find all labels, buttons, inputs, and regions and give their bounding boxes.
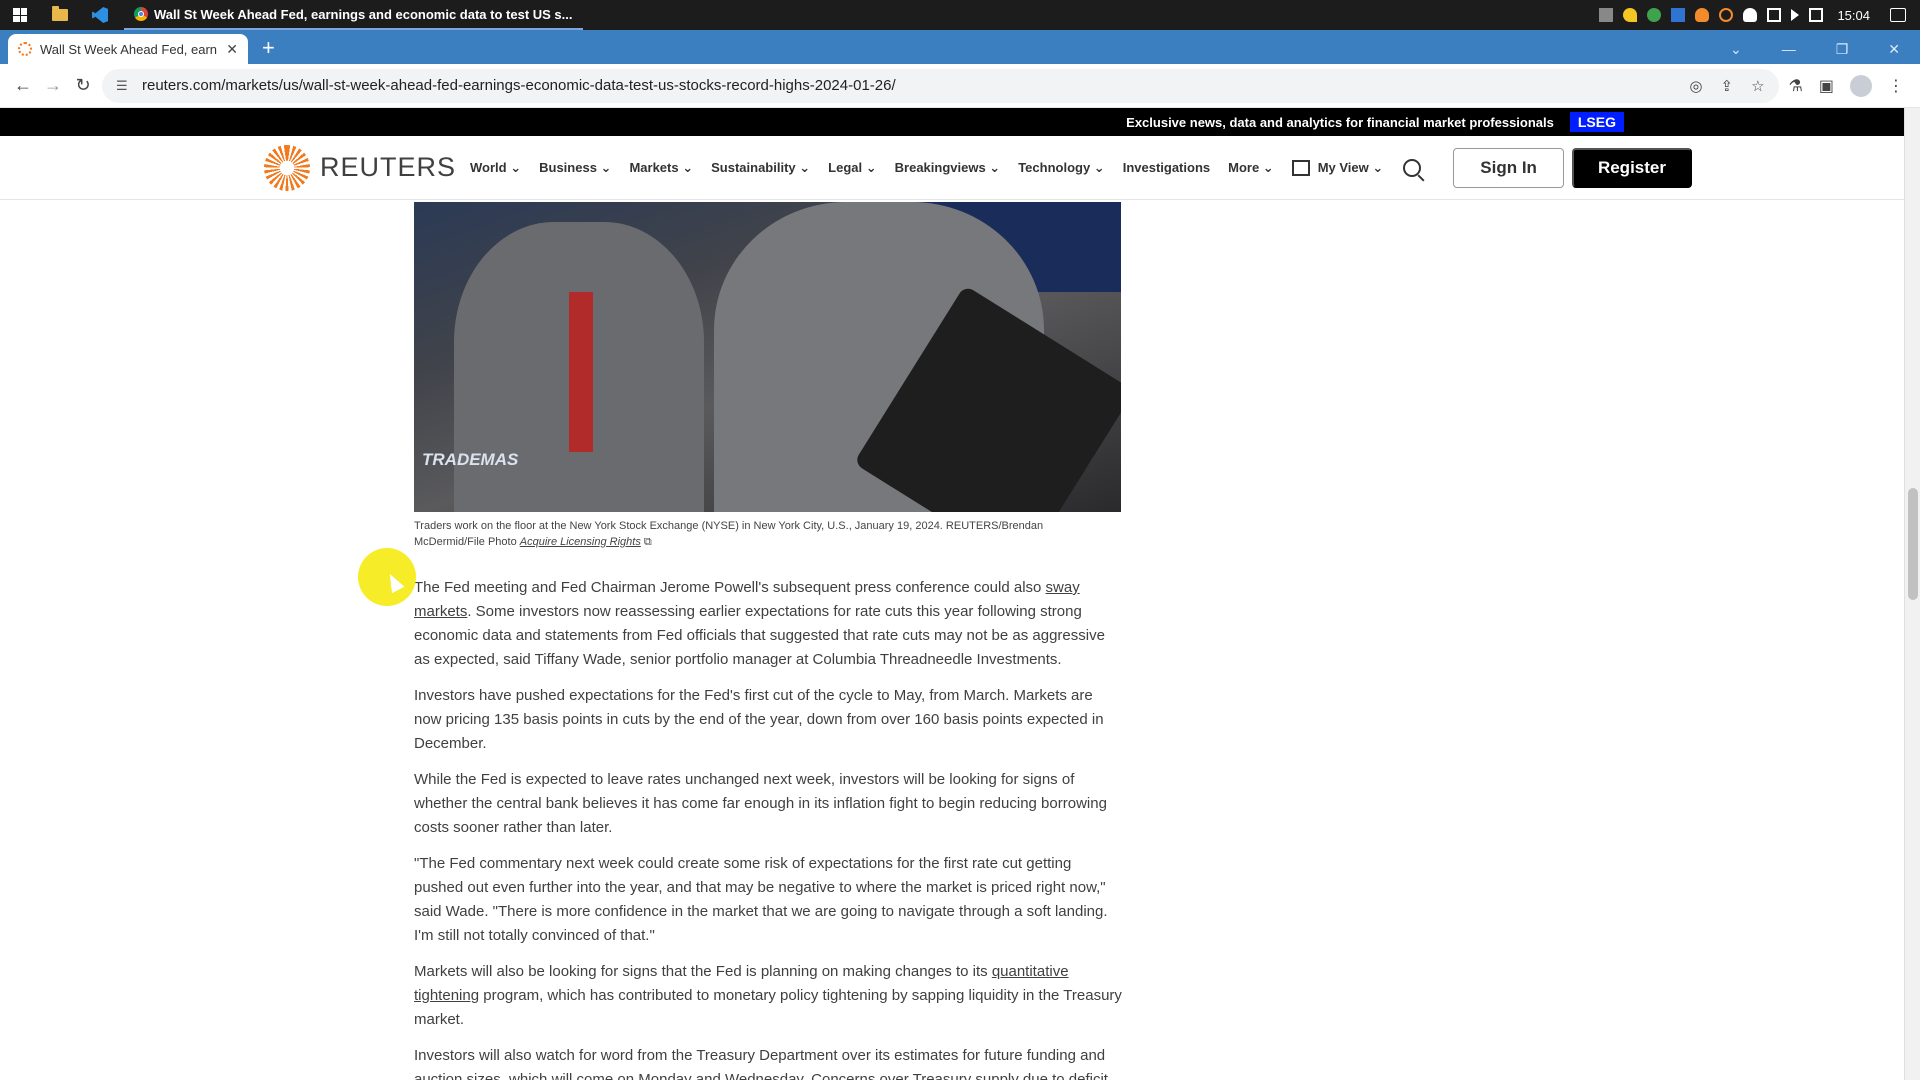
site-info-icon[interactable]: ☰: [116, 78, 130, 94]
taskbar-window-title: Wall St Week Ahead Fed, earnings and eco…: [154, 6, 573, 22]
tray-volume-icon[interactable]: [1791, 9, 1800, 21]
vscode-icon[interactable]: [86, 0, 114, 30]
tray-app-icon[interactable]: [1599, 8, 1614, 22]
browser-toolbar: ← → ↻ ☰ reuters.com/markets/us/wall-st-w…: [0, 64, 1920, 108]
promo-text[interactable]: Exclusive news, data and analytics for f…: [1126, 115, 1554, 130]
page-viewport: Exclusive news, data and analytics for f…: [0, 108, 1904, 1080]
tray-network-icon[interactable]: [1767, 8, 1782, 22]
paragraph-5: Markets will also be looking for signs t…: [414, 963, 1122, 1028]
paragraph-2: Investors have pushed expectations for t…: [414, 687, 1104, 752]
back-icon[interactable]: ←: [8, 75, 38, 96]
browser-tabstrip: Wall St Week Ahead Fed, earn ✕ + ⌄ — ❐ ✕: [0, 30, 1920, 64]
reload-icon[interactable]: ↻: [68, 75, 98, 96]
paragraph-6: Investors will also watch for word from …: [414, 1047, 1108, 1080]
minimize-icon[interactable]: —: [1782, 41, 1796, 58]
nav-legal[interactable]: Legal ⌄: [828, 160, 876, 176]
file-explorer-icon[interactable]: [46, 0, 74, 30]
page-scrollbar[interactable]: [1904, 108, 1920, 1080]
reuters-logo-mark-icon: [264, 144, 310, 191]
promo-banner[interactable]: Exclusive news, data and analytics for f…: [0, 108, 1904, 136]
search-icon[interactable]: [1403, 158, 1422, 177]
tab-search-icon[interactable]: ⌄: [1730, 41, 1742, 58]
browser-tab[interactable]: Wall St Week Ahead Fed, earn ✕: [8, 34, 248, 64]
reuters-logo[interactable]: REUTERS: [264, 144, 457, 191]
nav-investigations[interactable]: Investigations: [1123, 160, 1210, 176]
tray-norton-icon[interactable]: [1623, 8, 1638, 22]
paragraph-4: "The Fed commentary next week could crea…: [414, 855, 1108, 944]
paragraph-3: While the Fed is expected to leave rates…: [414, 771, 1107, 836]
url-text[interactable]: reuters.com/markets/us/wall-st-week-ahea…: [142, 77, 1689, 94]
share-icon[interactable]: ⇪: [1721, 77, 1734, 95]
tab-title: Wall St Week Ahead Fed, earn: [40, 41, 218, 57]
my-view-label: My View: [1317, 160, 1369, 175]
article-text: The Fed meeting and Fed Chairman Jerome …: [414, 576, 1122, 1080]
site-header: REUTERS World ⌄ Business ⌄ Markets ⌄ Sus…: [0, 136, 1904, 200]
site-nav: World ⌄ Business ⌄ Markets ⌄ Sustainabil…: [470, 160, 1292, 176]
restore-icon[interactable]: ❐: [1836, 41, 1849, 58]
forward-icon[interactable]: →: [38, 75, 68, 96]
address-bar[interactable]: ☰ reuters.com/markets/us/wall-st-week-ah…: [102, 68, 1779, 103]
system-clock[interactable]: 15:04: [1837, 8, 1870, 23]
side-panel-icon[interactable]: ▣: [1819, 76, 1834, 96]
taskbar-chrome-window[interactable]: Wall St Week Ahead Fed, earnings and eco…: [124, 0, 583, 30]
my-view-icon: [1291, 159, 1310, 176]
article-body: TRADEMAS Traders work on the floor at th…: [414, 202, 1122, 1080]
tray-keyboard-icon[interactable]: [1809, 8, 1824, 22]
external-link-icon[interactable]: ⧉: [644, 536, 652, 548]
nav-breakingviews[interactable]: Breakingviews ⌄: [895, 160, 1001, 176]
article-photo[interactable]: TRADEMAS: [414, 202, 1121, 512]
tracking-protection-icon[interactable]: ◎: [1689, 77, 1702, 95]
register-button[interactable]: Register: [1571, 147, 1692, 188]
reuters-logo-text: REUTERS: [320, 152, 457, 182]
sign-in-button[interactable]: Sign In: [1453, 147, 1564, 188]
licensing-link[interactable]: Acquire Licensing Rights: [520, 536, 641, 548]
profile-avatar-icon[interactable]: [1850, 74, 1872, 97]
chrome-icon: [134, 7, 148, 21]
close-window-icon[interactable]: ✕: [1888, 41, 1900, 58]
lseg-badge[interactable]: LSEG: [1569, 112, 1624, 132]
tray-bluetooth-icon[interactable]: [1671, 8, 1686, 22]
nav-technology[interactable]: Technology ⌄: [1018, 160, 1105, 176]
nav-markets[interactable]: Markets ⌄: [629, 160, 693, 176]
nav-business[interactable]: Business ⌄: [539, 160, 611, 176]
tray-onedrive-icon[interactable]: [1743, 8, 1758, 22]
new-tab-button[interactable]: +: [262, 35, 275, 61]
bookmark-star-icon[interactable]: ☆: [1751, 77, 1764, 95]
tab-close-icon[interactable]: ✕: [226, 41, 238, 58]
my-view-menu[interactable]: My View ⌄: [1291, 159, 1383, 176]
tray-search-icon[interactable]: [1719, 8, 1734, 22]
reuters-favicon-icon: [18, 42, 32, 56]
tray-sync-icon[interactable]: [1647, 8, 1662, 22]
photo-badge-text: TRADEMAS: [422, 450, 519, 469]
menu-kebab-icon[interactable]: ⋮: [1888, 76, 1904, 96]
nav-sustainability[interactable]: Sustainability ⌄: [711, 160, 810, 176]
nav-world[interactable]: World ⌄: [470, 160, 521, 176]
nav-more[interactable]: More ⌄: [1228, 160, 1274, 176]
paragraph-1: The Fed meeting and Fed Chairman Jerome …: [414, 579, 1105, 668]
extension-flask-icon[interactable]: ⚗: [1789, 76, 1803, 96]
scrollbar-thumb[interactable]: [1908, 488, 1918, 600]
windows-start-icon[interactable]: [6, 0, 34, 30]
notification-icon[interactable]: [1890, 8, 1906, 22]
photo-caption: Traders work on the floor at the New Yor…: [414, 520, 1044, 548]
tray-cloud-orange-icon[interactable]: [1695, 8, 1710, 22]
taskbar: Wall St Week Ahead Fed, earnings and eco…: [0, 0, 1920, 30]
